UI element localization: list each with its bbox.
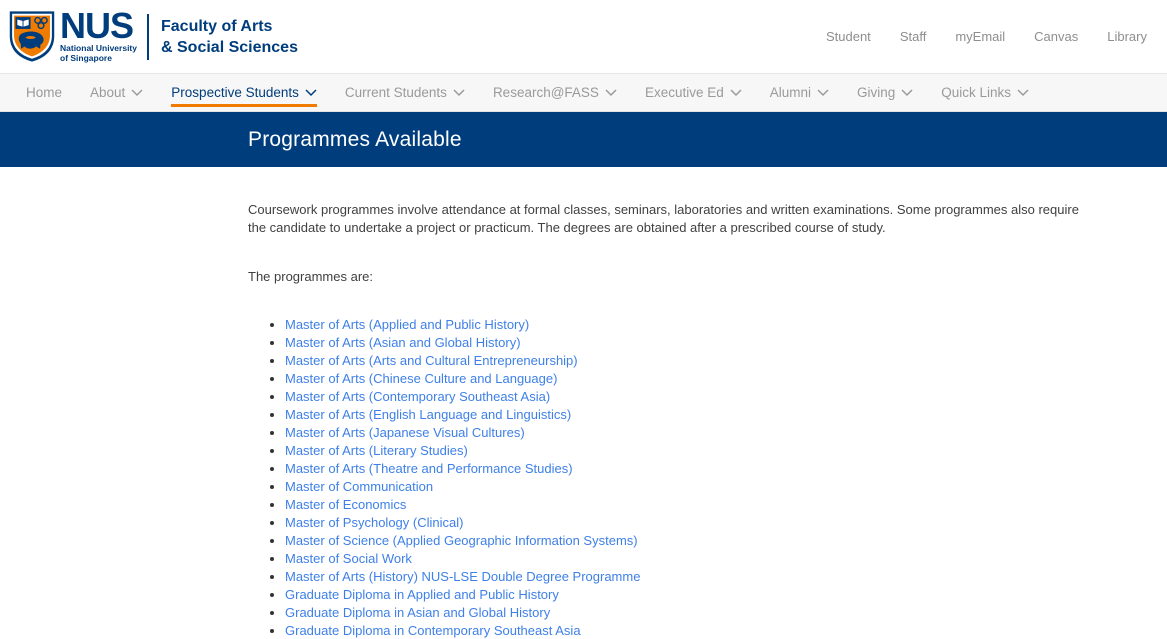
nav-item-research-fass[interactable]: Research@FASS — [493, 74, 617, 111]
programme-link[interactable]: Graduate Diploma in Contemporary Southea… — [285, 623, 581, 638]
list-item: Master of Arts (Chinese Culture and Lang… — [285, 370, 1095, 388]
list-item: Master of Arts (Arts and Cultural Entrep… — [285, 352, 1095, 370]
list-item: Graduate Diploma in Applied and Public H… — [285, 586, 1095, 604]
chevron-down-icon — [817, 89, 829, 97]
nav-label: Alumni — [770, 85, 811, 100]
nav-item-giving[interactable]: Giving — [857, 74, 913, 111]
faculty-name-line2: & Social Sciences — [161, 39, 298, 56]
nus-crest-icon — [8, 10, 56, 63]
programme-link[interactable]: Master of Arts (Theatre and Performance … — [285, 461, 573, 476]
list-item: Master of Communication — [285, 478, 1095, 496]
list-item: Graduate Diploma in Contemporary Southea… — [285, 622, 1095, 639]
programme-list: Master of Arts (Applied and Public Histo… — [248, 316, 1095, 639]
nav-item-current-students[interactable]: Current Students — [345, 74, 465, 111]
list-item: Master of Arts (Japanese Visual Cultures… — [285, 424, 1095, 442]
chevron-down-icon — [730, 89, 742, 97]
nav-label: Research@FASS — [493, 85, 599, 100]
chevron-down-icon — [605, 89, 617, 97]
list-item: Graduate Diploma in Asian and Global His… — [285, 604, 1095, 622]
main-content: Coursework programmes involve attendance… — [0, 167, 1167, 639]
programme-link[interactable]: Master of Economics — [285, 497, 406, 512]
chevron-down-icon — [901, 89, 913, 97]
site-header: NUS National University of Singapore Fac… — [0, 0, 1167, 73]
programme-link[interactable]: Master of Arts (English Language and Lin… — [285, 407, 571, 422]
nav-label: About — [90, 85, 125, 100]
programme-link[interactable]: Master of Arts (History) NUS-LSE Double … — [285, 569, 640, 584]
programme-link[interactable]: Master of Arts (Arts and Cultural Entrep… — [285, 353, 578, 368]
programme-link[interactable]: Master of Arts (Asian and Global History… — [285, 335, 521, 350]
programme-link[interactable]: Master of Social Work — [285, 551, 412, 566]
list-item: Master of Science (Applied Geographic In… — [285, 532, 1095, 550]
nus-letters: NUS — [60, 11, 137, 41]
nus-subtitle: National University of Singapore — [60, 43, 137, 63]
nav-label: Current Students — [345, 85, 447, 100]
utility-link-myemail[interactable]: myEmail — [955, 29, 1005, 44]
nav-label: Giving — [857, 85, 895, 100]
programme-link[interactable]: Master of Arts (Contemporary Southeast A… — [285, 389, 550, 404]
nav-label: Home — [26, 85, 62, 100]
faculty-name: Faculty of Arts & Social Sciences — [161, 16, 298, 58]
nus-subtitle-line2: of Singapore — [60, 53, 112, 63]
programme-link[interactable]: Master of Science (Applied Geographic In… — [285, 533, 638, 548]
programme-link[interactable]: Master of Arts (Literary Studies) — [285, 443, 468, 458]
list-item: Master of Economics — [285, 496, 1095, 514]
list-item: Master of Arts (Contemporary Southeast A… — [285, 388, 1095, 406]
nav-label: Executive Ed — [645, 85, 724, 100]
programme-link[interactable]: Master of Arts (Chinese Culture and Lang… — [285, 371, 557, 386]
utility-links: Student Staff myEmail Canvas Library — [826, 29, 1159, 44]
page-title: Programmes Available — [248, 128, 462, 152]
list-item: Master of Arts (Asian and Global History… — [285, 334, 1095, 352]
list-item: Master of Social Work — [285, 550, 1095, 568]
list-item: Master of Arts (History) NUS-LSE Double … — [285, 568, 1095, 586]
utility-link-library[interactable]: Library — [1107, 29, 1147, 44]
nav-item-alumni[interactable]: Alumni — [770, 74, 829, 111]
chevron-down-icon — [453, 89, 465, 97]
utility-link-canvas[interactable]: Canvas — [1034, 29, 1078, 44]
page-banner: Programmes Available — [0, 112, 1167, 167]
nav-label: Quick Links — [941, 85, 1011, 100]
intro-paragraph: Coursework programmes involve attendance… — [248, 201, 1095, 237]
list-intro: The programmes are: — [248, 268, 1095, 286]
list-item: Master of Arts (Applied and Public Histo… — [285, 316, 1095, 334]
nav-item-quick-links[interactable]: Quick Links — [941, 74, 1029, 111]
chevron-down-icon — [131, 89, 143, 97]
programme-link[interactable]: Master of Arts (Applied and Public Histo… — [285, 317, 529, 332]
nav-item-about[interactable]: About — [90, 74, 143, 111]
chevron-down-icon — [1017, 89, 1029, 97]
programme-link[interactable]: Graduate Diploma in Applied and Public H… — [285, 587, 559, 602]
chevron-down-icon — [305, 89, 317, 97]
main-nav: Home About Prospective Students Current … — [0, 73, 1167, 112]
nav-label: Prospective Students — [171, 85, 299, 100]
programme-link[interactable]: Master of Communication — [285, 479, 433, 494]
list-item: Master of Psychology (Clinical) — [285, 514, 1095, 532]
utility-link-staff[interactable]: Staff — [900, 29, 927, 44]
nus-wordmark: NUS National University of Singapore — [60, 11, 137, 63]
nav-item-prospective-students[interactable]: Prospective Students — [171, 74, 317, 111]
faculty-name-line1: Faculty of Arts — [161, 18, 272, 35]
utility-link-student[interactable]: Student — [826, 29, 871, 44]
list-item: Master of Arts (Theatre and Performance … — [285, 460, 1095, 478]
list-item: Master of Arts (English Language and Lin… — [285, 406, 1095, 424]
programme-link[interactable]: Master of Psychology (Clinical) — [285, 515, 463, 530]
nav-item-home[interactable]: Home — [26, 74, 62, 111]
programme-link[interactable]: Graduate Diploma in Asian and Global His… — [285, 605, 550, 620]
nus-subtitle-line1: National University — [60, 43, 137, 53]
nav-item-executive-ed[interactable]: Executive Ed — [645, 74, 742, 111]
brand-logo[interactable]: NUS National University of Singapore Fac… — [8, 10, 298, 63]
programme-link[interactable]: Master of Arts (Japanese Visual Cultures… — [285, 425, 525, 440]
list-item: Master of Arts (Literary Studies) — [285, 442, 1095, 460]
brand-divider — [147, 14, 149, 60]
